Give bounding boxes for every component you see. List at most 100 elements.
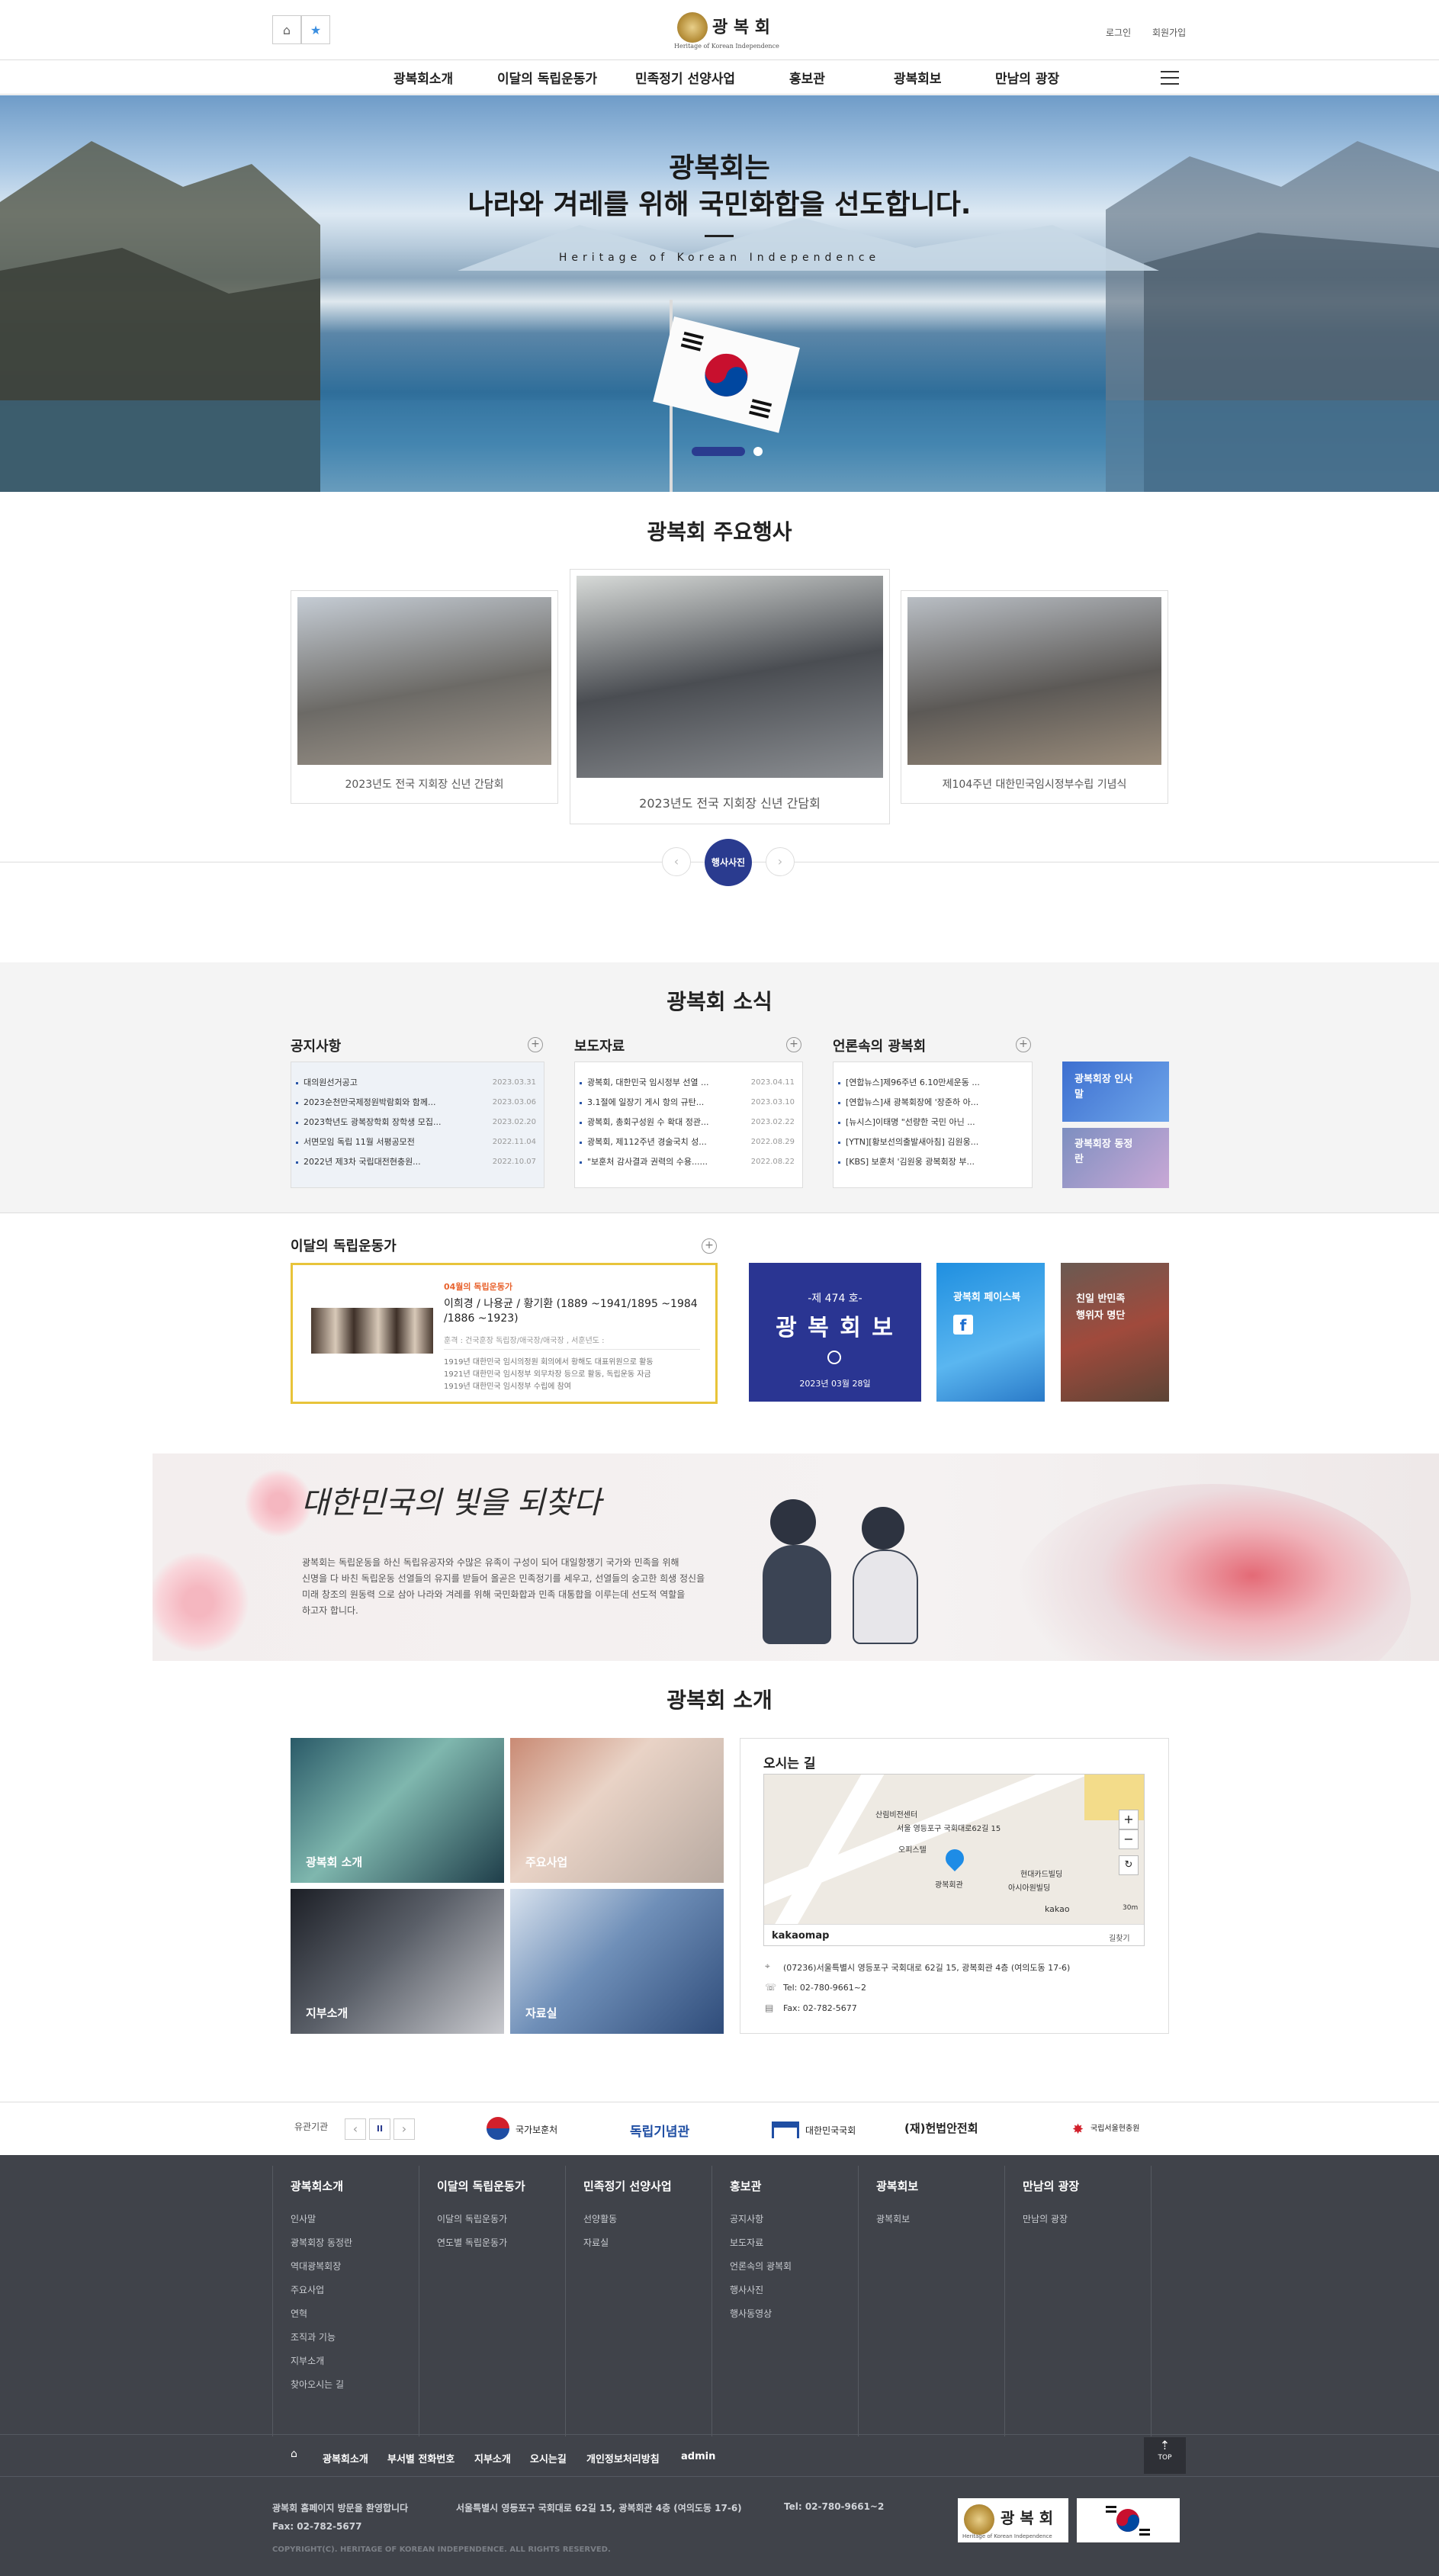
footer-link[interactable]: 역대광복회장 bbox=[291, 2260, 428, 2283]
footer-col-heading[interactable]: 이달의 독립운동가 bbox=[437, 2178, 574, 2194]
map-zoom-in-icon[interactable]: + bbox=[1119, 1810, 1139, 1829]
footer-link[interactable]: 인사말 bbox=[291, 2212, 428, 2236]
footer-link-privacy[interactable]: 개인정보처리방침 bbox=[586, 2451, 660, 2465]
footer-col-heading[interactable]: 민족정기 선양사업 bbox=[583, 2178, 721, 2194]
notice-more-icon[interactable]: + bbox=[528, 1037, 543, 1052]
slider-progress[interactable] bbox=[692, 447, 745, 456]
list-item[interactable]: 2023학년도 광복장학회 장학생 모집... 2023.02.20 bbox=[291, 1113, 544, 1132]
footer-link-directions[interactable]: 오시는길 bbox=[530, 2451, 567, 2465]
list-item[interactable]: [연합뉴스]제96주년 6.10만세운동 ... bbox=[834, 1073, 1032, 1093]
list-item[interactable]: [YTN][황보선의출발새아침] 김원웅... bbox=[834, 1132, 1032, 1152]
list-item[interactable]: 3.1절에 일장기 게시 항의 규탄... 2023.03.10 bbox=[575, 1093, 802, 1113]
footer-link[interactable]: 행사동영상 bbox=[730, 2307, 867, 2330]
footer-link[interactable]: 이달의 독립운동가 bbox=[437, 2212, 574, 2236]
facebook-banner[interactable]: 광복회 페이스북 f bbox=[936, 1263, 1045, 1402]
footer-link[interactable]: 자료실 bbox=[583, 2236, 721, 2260]
nav-item-plaza[interactable]: 만남의 광장 bbox=[995, 68, 1059, 87]
list-item[interactable]: 2023순천만국제정원박람회와 함께... 2023.03.06 bbox=[291, 1093, 544, 1113]
president-news-banner[interactable]: 광복회장 동정란 bbox=[1062, 1128, 1169, 1188]
list-item[interactable]: 광복회, 제112주년 경술국치 성... 2022.08.29 bbox=[575, 1132, 802, 1152]
nav-item-pr[interactable]: 홍보관 bbox=[789, 68, 825, 87]
menu-icon[interactable] bbox=[1161, 69, 1179, 85]
map-refresh-icon[interactable]: ↻ bbox=[1119, 1855, 1139, 1875]
footer-link[interactable]: 광복회보 bbox=[876, 2212, 1013, 2236]
signup-link[interactable]: 회원가입 bbox=[1152, 26, 1186, 39]
list-item[interactable]: 서면모임 독립 11월 서평공모전 2022.11.04 bbox=[291, 1132, 544, 1152]
footer-col-heading[interactable]: 홍보관 bbox=[730, 2178, 867, 2194]
chevron-right-icon[interactable]: › bbox=[766, 847, 795, 876]
footer-logo[interactable]: 광 복 회 Heritage of Korean Independence bbox=[958, 2498, 1068, 2542]
kakao-map[interactable]: 산림비전센터 서울 영등포구 국회대로62길 15 오피스텔 광복회관 현대카드… bbox=[763, 1774, 1145, 1946]
footer-link[interactable]: 보도자료 bbox=[730, 2236, 867, 2260]
list-item[interactable]: 2022년 제3차 국립대전현충원... 2022.10.07 bbox=[291, 1152, 544, 1172]
map-zoom-out-icon[interactable]: − bbox=[1119, 1829, 1139, 1849]
directions-link[interactable]: 길찾기 bbox=[1109, 1932, 1130, 1943]
login-link[interactable]: 로그인 bbox=[1106, 26, 1131, 39]
nav-item-activist[interactable]: 이달의 독립운동가 bbox=[497, 68, 597, 87]
home-icon[interactable]: ⌂ bbox=[291, 2448, 297, 2460]
event-card[interactable]: 2023년도 전국 지회장 신년 간담회 bbox=[291, 590, 558, 804]
monthly-activist-card[interactable]: 04월의 독립운동가 이희경 / 나용균 / 황기환 (1889 ~1941/1… bbox=[291, 1263, 718, 1404]
media-more-icon[interactable]: + bbox=[1016, 1037, 1031, 1052]
monthly-heading[interactable]: 이달의 독립운동가 bbox=[291, 1235, 397, 1255]
location-icon: ⌖ bbox=[765, 1961, 770, 1971]
list-item[interactable]: 광복회, 대한민국 임시정부 선열 ... 2023.04.11 bbox=[575, 1073, 802, 1093]
press-heading[interactable]: 보도자료 bbox=[574, 1036, 625, 1055]
banner-text: 하고자 합니다. bbox=[302, 1605, 358, 1616]
footer-link[interactable]: 공지사항 bbox=[730, 2212, 867, 2236]
event-card-featured[interactable]: 2023년도 전국 지회장 신년 간담회 bbox=[570, 569, 890, 824]
nav-item-projects[interactable]: 민족정기 선양사업 bbox=[635, 68, 735, 87]
footer-col-heading[interactable]: 광복회소개 bbox=[291, 2178, 428, 2194]
pause-icon[interactable]: II bbox=[369, 2118, 390, 2140]
scroll-top-button[interactable]: ⇡ TOP bbox=[1144, 2437, 1186, 2474]
press-more-icon[interactable]: + bbox=[786, 1037, 801, 1052]
anti-national-list-banner[interactable]: 친일 반민족 행위자 명단 bbox=[1061, 1263, 1169, 1402]
event-card[interactable]: 제104주년 대한민국임시정부수립 기념식 bbox=[901, 590, 1168, 804]
nav-item-intro[interactable]: 광복회소개 bbox=[393, 68, 453, 87]
list-item[interactable]: [KBS] 보훈처 '김원웅 광복회장 부... bbox=[834, 1152, 1032, 1172]
site-logo[interactable]: 광 복 회 Heritage of Korean Independence bbox=[674, 11, 784, 50]
star-icon[interactable]: ★ bbox=[301, 15, 330, 44]
monthly-more-icon[interactable]: + bbox=[702, 1238, 717, 1254]
footer-link-admin[interactable]: admin bbox=[681, 2451, 715, 2462]
chevron-left-icon[interactable]: ‹ bbox=[662, 847, 691, 876]
list-item[interactable]: 광복회, 총회구성원 수 확대 정관... 2023.02.22 bbox=[575, 1113, 802, 1132]
chevron-left-icon[interactable]: ‹ bbox=[345, 2118, 366, 2140]
footer-link[interactable]: 연도별 독립운동가 bbox=[437, 2236, 574, 2260]
footer-link[interactable]: 만남의 광장 bbox=[1023, 2212, 1160, 2236]
slider-dot[interactable] bbox=[753, 447, 763, 456]
footer-link-branches[interactable]: 지부소개 bbox=[474, 2451, 511, 2465]
nav-item-newspaper[interactable]: 광복회보 bbox=[894, 68, 942, 87]
intro-tile[interactable]: 지부소개 bbox=[291, 1889, 504, 2034]
media-heading[interactable]: 언론속의 광복회 bbox=[833, 1036, 926, 1055]
footer-link[interactable]: 언론속의 광복회 bbox=[730, 2260, 867, 2283]
intro-tile[interactable]: 주요사업 bbox=[510, 1738, 724, 1883]
president-greeting-banner[interactable]: 광복회장 인사말 bbox=[1062, 1062, 1169, 1122]
list-item[interactable]: 대의원선거공고 2023.03.31 bbox=[291, 1073, 544, 1093]
list-item[interactable]: "보훈처 감사결과 권력의 수용...... 2022.08.22 bbox=[575, 1152, 802, 1172]
footer-link[interactable]: 주요사업 bbox=[291, 2283, 428, 2307]
footer-logo-subtitle: Heritage of Korean Independence bbox=[962, 2533, 1052, 2539]
footer-link[interactable]: 지부소개 bbox=[291, 2354, 428, 2378]
footer-link[interactable]: 광복회장 동정란 bbox=[291, 2236, 428, 2260]
footer-link[interactable]: 조직과 기능 bbox=[291, 2330, 428, 2354]
footer-link[interactable]: 행사사진 bbox=[730, 2283, 867, 2307]
org-logo-independence-hall[interactable]: 독립기념관 bbox=[630, 2121, 689, 2140]
footer-link-phone[interactable]: 부서별 전화번호 bbox=[387, 2451, 455, 2465]
org-logo-foundation[interactable]: (재)헌법안전회 bbox=[904, 2120, 978, 2136]
list-item[interactable]: [뉴시스]이태명 "선량한 국민 아닌 ... bbox=[834, 1113, 1032, 1132]
chevron-right-icon[interactable]: › bbox=[393, 2118, 415, 2140]
event-photos-button[interactable]: 행사사진 bbox=[705, 839, 752, 886]
list-item[interactable]: [연합뉴스]새 광복회장에 '장준하 아... bbox=[834, 1093, 1032, 1113]
footer-link[interactable]: 찾아오시는 길 bbox=[291, 2378, 428, 2401]
footer-col-heading[interactable]: 만남의 광장 bbox=[1023, 2178, 1160, 2194]
home-icon[interactable]: ⌂ bbox=[272, 15, 301, 44]
intro-tile[interactable]: 자료실 bbox=[510, 1889, 724, 2034]
newspaper-banner[interactable]: -제 474 호- 광 복 회 보 2023년 03월 28일 bbox=[749, 1263, 921, 1402]
footer-link-intro[interactable]: 광복회소개 bbox=[323, 2451, 368, 2465]
footer-link[interactable]: 연혁 bbox=[291, 2307, 428, 2330]
notice-heading[interactable]: 공지사항 bbox=[291, 1036, 341, 1055]
footer-link[interactable]: 선양활동 bbox=[583, 2212, 721, 2236]
footer-col-heading[interactable]: 광복회보 bbox=[876, 2178, 1013, 2194]
intro-tile[interactable]: 광복회 소개 bbox=[291, 1738, 504, 1883]
